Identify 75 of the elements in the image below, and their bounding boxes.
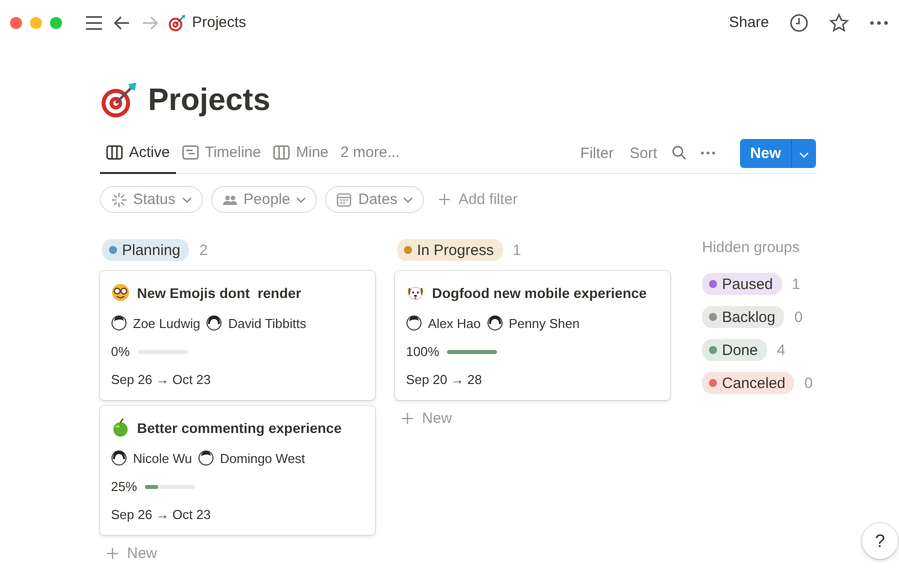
chevron-down-icon bbox=[799, 152, 809, 158]
target-icon bbox=[168, 14, 186, 32]
person-name: Penny Shen bbox=[508, 316, 580, 330]
status-tag: Canceled bbox=[702, 372, 794, 394]
avatar-icon bbox=[111, 450, 127, 466]
status-tag: Done bbox=[702, 339, 767, 361]
group-count: 0 bbox=[794, 308, 803, 326]
hidden-groups-heading: Hidden groups bbox=[702, 239, 801, 256]
person-name: Alex Hao bbox=[428, 316, 481, 330]
avatar-icon bbox=[111, 315, 127, 331]
share-button[interactable]: Share bbox=[728, 14, 769, 31]
filter-pill[interactable]: Dates bbox=[325, 186, 424, 213]
zoom-window-dot[interactable] bbox=[50, 16, 62, 28]
status-tag: In Progress bbox=[397, 239, 503, 261]
plus-icon bbox=[106, 547, 119, 560]
new-button[interactable]: New bbox=[740, 138, 816, 168]
page-title: Projects bbox=[148, 82, 270, 118]
avatar-icon bbox=[206, 315, 222, 331]
sort-button[interactable]: Sort bbox=[622, 144, 666, 162]
plus-icon bbox=[401, 412, 414, 425]
card-title: Better commenting experience bbox=[137, 420, 342, 436]
loading-icon bbox=[111, 192, 127, 208]
chevron-down-icon bbox=[296, 196, 306, 202]
filter-pill[interactable]: People bbox=[210, 186, 318, 213]
person-name: Nicole Wu bbox=[133, 450, 192, 466]
progress-bar bbox=[447, 350, 498, 354]
add-card-button[interactable]: New bbox=[100, 541, 375, 566]
date-range: Sep 26 → Oct 23 bbox=[111, 372, 212, 389]
filter-button[interactable]: Filter bbox=[572, 144, 622, 162]
progress-percent: 0% bbox=[111, 344, 130, 359]
avatar-icon bbox=[198, 450, 214, 466]
help-button[interactable]: ? bbox=[862, 523, 898, 559]
view-tab[interactable]: 2 more... bbox=[334, 134, 406, 174]
status-tag: Paused bbox=[702, 273, 782, 295]
minimize-window-dot[interactable] bbox=[30, 16, 42, 28]
view-tab[interactable]: Mine bbox=[267, 134, 335, 174]
star-icon[interactable] bbox=[829, 12, 849, 32]
board-icon bbox=[273, 144, 290, 161]
progress-percent: 100% bbox=[406, 344, 440, 359]
date-range: Sep 26 → Oct 23 bbox=[111, 507, 212, 524]
group-count: 1 bbox=[792, 276, 800, 292]
avatar-icon bbox=[486, 315, 503, 331]
add-card-button[interactable]: New bbox=[395, 406, 670, 431]
apple-icon bbox=[111, 418, 130, 437]
group-count: 1 bbox=[512, 242, 522, 258]
filter-pill[interactable]: Status bbox=[100, 186, 203, 213]
calendar-icon bbox=[336, 192, 352, 208]
chevron-down-icon bbox=[403, 196, 414, 202]
date-range: Sep 20 → 28 bbox=[406, 372, 483, 389]
group-count: 4 bbox=[776, 342, 786, 358]
group-count: 2 bbox=[199, 242, 208, 258]
nerd-face-icon bbox=[111, 283, 130, 302]
status-tag: Planning bbox=[102, 239, 190, 261]
timeline-icon bbox=[182, 144, 199, 161]
person-name: Domingo West bbox=[220, 450, 306, 466]
board-icon bbox=[106, 144, 123, 161]
group-count: 0 bbox=[804, 374, 813, 392]
project-card[interactable]: Dogfood new mobile experience Alex Hao Penny Shen 100% Sep 20 → 28 bbox=[395, 271, 670, 400]
clock-icon[interactable] bbox=[789, 12, 809, 32]
progress-percent: 25% bbox=[111, 479, 138, 494]
project-card[interactable]: Better commenting experience Nicole Wu Domingo West 25% Sep 26 → Oct 23 bbox=[100, 406, 375, 535]
card-title: New Emojis dont render bbox=[137, 284, 302, 300]
view-tab[interactable]: Timeline bbox=[176, 134, 267, 174]
person-name: Zoe Ludwig bbox=[133, 316, 200, 330]
card-title: Dogfood new mobile experience bbox=[432, 284, 647, 300]
add-filter-button[interactable]: Add filter bbox=[438, 191, 518, 208]
chevron-down-icon bbox=[182, 196, 192, 202]
target-icon bbox=[100, 81, 138, 119]
breadcrumb-link[interactable]: Projects bbox=[192, 14, 246, 31]
view-tab[interactable]: Active bbox=[100, 134, 176, 174]
avatar-icon bbox=[406, 315, 422, 331]
person-name: David Tibbitts bbox=[228, 316, 306, 330]
plus-icon bbox=[438, 193, 452, 206]
close-window-dot[interactable] bbox=[10, 16, 22, 28]
status-tag: Backlog bbox=[702, 306, 784, 328]
